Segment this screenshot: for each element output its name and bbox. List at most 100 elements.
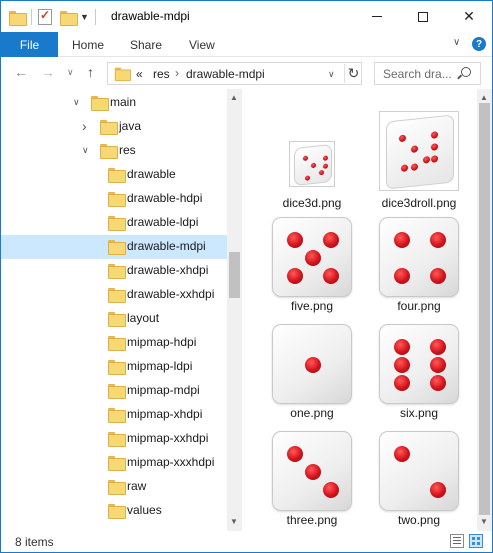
tree-item[interactable]: mipmap-xxhdpi xyxy=(1,427,227,451)
scroll-down-arrow-icon[interactable]: ▼ xyxy=(480,517,488,526)
file-tile[interactable]: one.png xyxy=(262,321,362,421)
tree-item[interactable]: drawable-ldpi xyxy=(1,211,227,235)
tab-file[interactable]: File xyxy=(1,32,58,57)
file-tile[interactable]: three.png xyxy=(262,428,362,528)
die-pip xyxy=(401,164,408,172)
expand-ribbon-chevron-icon[interactable]: ∨ xyxy=(453,37,460,48)
tree-item[interactable]: values xyxy=(1,499,227,523)
folder-icon xyxy=(108,264,126,279)
tree-item[interactable]: mipmap-xhdpi xyxy=(1,403,227,427)
help-icon[interactable]: ? xyxy=(472,37,486,51)
properties-icon[interactable] xyxy=(38,8,52,25)
address-dropdown-icon[interactable]: ∨ xyxy=(328,69,335,80)
tab-share[interactable]: Share xyxy=(130,32,162,57)
folder-icon xyxy=(108,192,126,207)
tree-item[interactable]: mipmap-hdpi xyxy=(1,331,227,355)
breadcrumb-drawable-mdpi[interactable]: drawable-mdpi xyxy=(186,67,265,81)
file-name: six.png xyxy=(399,406,439,420)
folder-icon xyxy=(108,480,126,495)
recent-locations-chevron-icon[interactable]: ∨ xyxy=(67,67,74,78)
tree-item[interactable]: drawable-xxhdpi xyxy=(1,283,227,307)
customize-toolbar-arrow-icon[interactable]: ▼ xyxy=(80,12,89,22)
die-pip xyxy=(323,232,339,248)
tree-item[interactable]: ∨ res xyxy=(1,139,227,163)
tree-item-label: mipmap-xxxhdpi xyxy=(127,455,215,469)
file-name: three.png xyxy=(286,513,338,527)
breadcrumb-res[interactable]: res xyxy=(153,67,170,81)
tree-item-label: drawable-xxhdpi xyxy=(127,287,215,301)
address-overflow-marker[interactable]: « xyxy=(136,67,143,81)
close-button[interactable]: ✕ xyxy=(446,1,492,32)
minimize-icon xyxy=(372,16,382,17)
minimize-button[interactable] xyxy=(354,1,400,32)
tree-item-label: drawable-xhdpi xyxy=(127,263,209,277)
forward-arrow-icon[interactable]: → xyxy=(41,64,55,80)
maximize-button[interactable] xyxy=(400,1,446,32)
tab-home[interactable]: Home xyxy=(72,32,104,57)
die-pip xyxy=(305,464,321,480)
details-view-icon[interactable] xyxy=(450,534,464,548)
tree-item[interactable]: raw xyxy=(1,475,227,499)
collapsed-chevron-icon[interactable]: › xyxy=(82,118,87,134)
back-arrow-icon[interactable]: ← xyxy=(14,64,28,80)
tree-item[interactable]: drawable-hdpi xyxy=(1,187,227,211)
scroll-up-arrow-icon[interactable]: ▲ xyxy=(230,93,238,102)
die-pip xyxy=(430,375,446,391)
tree-item[interactable]: mipmap-mdpi xyxy=(1,379,227,403)
die-3d-image xyxy=(380,112,460,192)
toolbar-divider xyxy=(31,9,32,25)
tab-view[interactable]: View xyxy=(189,32,215,57)
nav-pane-scrollbar[interactable]: ▲ ▼ xyxy=(227,89,242,531)
breadcrumb-chevron-icon[interactable]: › xyxy=(175,66,179,80)
tree-item[interactable]: › java xyxy=(1,115,227,139)
die-pip xyxy=(305,357,321,373)
tree-item[interactable]: drawable xyxy=(1,163,227,187)
folder-icon xyxy=(114,67,131,82)
expanded-chevron-icon[interactable]: ∨ xyxy=(82,145,89,156)
content-scrollbar[interactable]: ▲ ▼ xyxy=(477,89,492,531)
die-pip xyxy=(323,268,339,284)
die-pip xyxy=(399,134,406,143)
file-tile[interactable]: six.png xyxy=(369,321,469,421)
tree-item[interactable]: mipmap-ldpi xyxy=(1,355,227,379)
file-tile[interactable]: dice3d.png xyxy=(262,101,362,210)
tree-item[interactable]: drawable-mdpi xyxy=(1,235,227,259)
refresh-button[interactable]: ↻ xyxy=(344,64,362,83)
die-pip xyxy=(287,446,303,462)
expanded-chevron-icon[interactable]: ∨ xyxy=(73,97,80,108)
die-pip xyxy=(431,143,438,151)
file-tile[interactable]: four.png xyxy=(369,214,469,314)
close-icon: ✕ xyxy=(463,8,475,24)
file-tile[interactable]: dice3droll.png xyxy=(369,101,469,210)
file-tile[interactable]: two.png xyxy=(369,428,469,528)
die-pip xyxy=(430,482,446,498)
ribbon-tabs: File Home Share View ∨ ? xyxy=(1,32,492,57)
tree-item[interactable]: mipmap-xxxhdpi xyxy=(1,451,227,475)
large-icons-view-icon[interactable] xyxy=(469,534,483,548)
scroll-thumb[interactable] xyxy=(229,252,240,298)
die-pip xyxy=(394,375,410,391)
file-tile[interactable]: five.png xyxy=(262,214,362,314)
folder-icon xyxy=(108,360,126,375)
file-name: dice3d.png xyxy=(282,196,342,210)
die-pip xyxy=(430,268,446,284)
tree-item[interactable]: ∨ main xyxy=(1,91,227,115)
address-bar[interactable]: « res › drawable-mdpi ∨ ↻ xyxy=(107,62,362,85)
die-face-thumbnail xyxy=(272,324,352,404)
up-arrow-icon[interactable]: ↑ xyxy=(87,64,94,80)
tree-item-label: drawable-hdpi xyxy=(127,191,203,205)
tree-item[interactable]: drawable-xhdpi xyxy=(1,259,227,283)
tree-item-label: mipmap-xxhdpi xyxy=(127,431,209,445)
folder-icon xyxy=(108,432,126,447)
tree-item[interactable]: layout xyxy=(1,307,227,331)
search-box[interactable]: Search dra... xyxy=(374,62,481,85)
item-count: 8 items xyxy=(15,535,54,549)
tree-item-label: mipmap-hdpi xyxy=(127,335,197,349)
scroll-down-arrow-icon[interactable]: ▼ xyxy=(230,517,238,526)
new-folder-icon[interactable] xyxy=(60,10,78,26)
scroll-thumb[interactable] xyxy=(479,103,490,515)
folder-icon xyxy=(108,504,126,519)
search-placeholder[interactable]: Search dra... xyxy=(383,67,452,81)
die-pip xyxy=(303,155,308,162)
scroll-up-arrow-icon[interactable]: ▲ xyxy=(480,93,488,102)
